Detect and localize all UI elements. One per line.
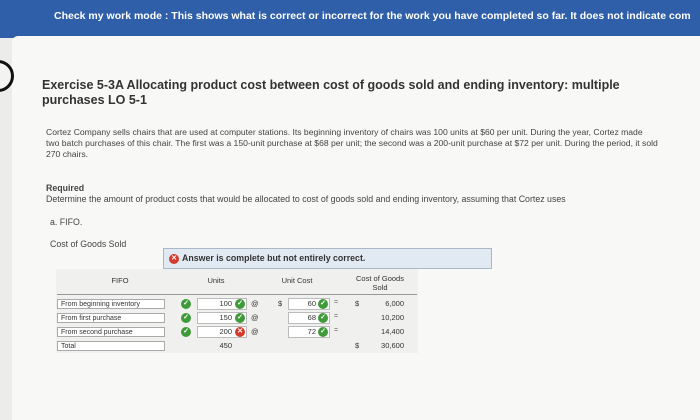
- check-icon: ✓: [235, 313, 245, 323]
- answer-status-banner: ✕ Answer is complete but not entirely cor…: [163, 248, 492, 269]
- check-icon: ✓: [318, 327, 328, 337]
- units-value-2: 150: [219, 313, 232, 322]
- check-icon: ✓: [181, 299, 191, 309]
- check-my-work-banner: Check my work mode : This shows what is …: [0, 0, 700, 38]
- required-text: Determine the amount of product costs th…: [46, 194, 566, 204]
- part-label: a. FIFO.: [50, 217, 83, 227]
- dollar-sign: $: [355, 299, 360, 308]
- header-fifo: FIFO: [111, 276, 129, 285]
- row-label-second-purchase: From second purchase: [57, 327, 165, 337]
- section-label: Cost of Goods Sold: [50, 239, 127, 249]
- exercise-title: Exercise 5-3A Allocating product cost be…: [42, 78, 620, 107]
- units-value-3: 200: [219, 327, 232, 336]
- check-icon: ✓: [181, 313, 191, 323]
- equals-sign: =: [334, 299, 339, 306]
- cogs-value-3: 14,400: [381, 327, 404, 336]
- dollar-sign: $: [355, 341, 360, 350]
- at-symbol: @: [251, 313, 259, 322]
- cogs-value-1: 6,000: [385, 299, 404, 308]
- units-total: 450: [219, 341, 232, 350]
- answer-status-text: Answer is complete but not entirely corr…: [182, 253, 366, 263]
- incorrect-x-icon: ✕: [169, 253, 179, 264]
- equals-sign: =: [334, 327, 339, 334]
- header-cogs: Cost of Goods Sold: [356, 274, 404, 292]
- header-divider: [57, 294, 417, 295]
- at-symbol: @: [251, 327, 259, 336]
- cogs-total: 30,600: [381, 341, 404, 350]
- unit-cost-value-2: 68: [307, 313, 316, 322]
- equals-sign: =: [334, 313, 339, 320]
- check-icon: ✓: [235, 299, 245, 309]
- row-label-first-purchase: From first purchase: [57, 313, 165, 323]
- unit-cost-value-1: 60: [307, 299, 316, 308]
- row-label-beginning: From beginning inventory: [57, 299, 165, 309]
- at-symbol: @: [251, 299, 259, 308]
- header-units: Units: [207, 276, 225, 285]
- check-icon: ✓: [318, 299, 328, 309]
- unit-cost-value-3: 72: [307, 327, 316, 336]
- dollar-sign: $: [278, 299, 283, 308]
- check-icon: ✓: [318, 313, 328, 323]
- check-icon: ✓: [181, 327, 191, 337]
- cogs-value-2: 10,200: [381, 313, 404, 322]
- exercise-paragraph: Cortez Company sells chairs that are use…: [46, 127, 658, 159]
- header-unit-cost: Unit Cost: [281, 276, 313, 285]
- required-heading: Required: [46, 183, 85, 193]
- row-label-total: Total: [57, 341, 165, 351]
- incorrect-x-icon: ✕: [235, 327, 245, 337]
- units-value-1: 100: [219, 299, 232, 308]
